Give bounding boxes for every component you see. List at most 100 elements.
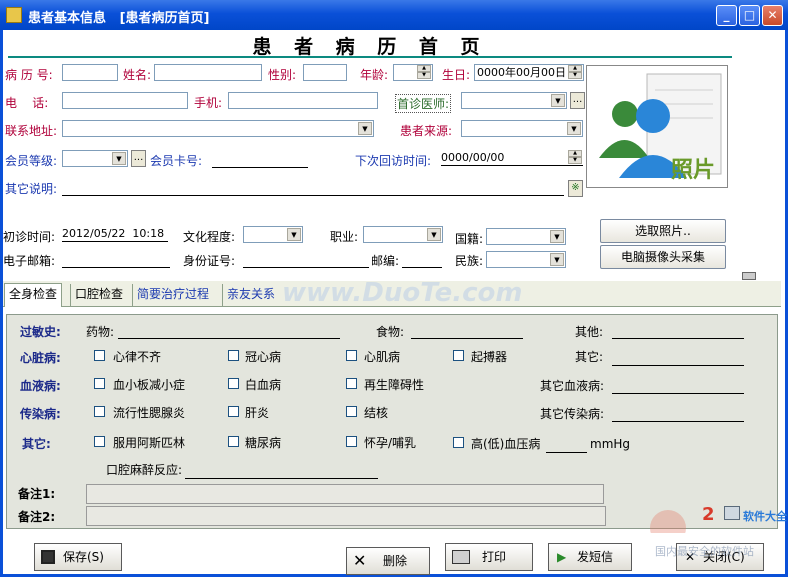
mobile-input[interactable] <box>228 92 378 109</box>
infect-other-input[interactable] <box>612 406 744 422</box>
food-input[interactable] <box>411 323 523 339</box>
sms-button[interactable]: ▶ 发短信 <box>548 543 632 571</box>
save-button[interactable]: 保存(S) <box>34 543 122 571</box>
other-aspirin-checkbox[interactable] <box>94 436 105 447</box>
email-input[interactable] <box>62 252 170 268</box>
spin-down-icon[interactable]: ▼ <box>568 157 582 164</box>
first-doctor-select[interactable]: ▼ <box>461 92 567 109</box>
postcode-label: 邮编: <box>371 254 400 268</box>
education-label: 文化程度: <box>183 230 236 244</box>
id-input[interactable] <box>243 252 369 268</box>
infect-tb-checkbox[interactable] <box>346 406 357 417</box>
education-select[interactable]: ▼ <box>243 226 303 243</box>
occupation-select[interactable]: ▼ <box>363 226 443 243</box>
duote-watermark: www.DuoTe.com <box>282 278 523 308</box>
heart-pacemaker-checkbox[interactable] <box>453 350 464 361</box>
spin-down-icon[interactable]: ▼ <box>417 72 431 79</box>
tab-oral-exam[interactable]: 口腔检查 <box>70 284 127 306</box>
blood-thrombocytopenia-checkbox[interactable] <box>94 378 105 389</box>
heart-cardiomyopathy-checkbox[interactable] <box>346 350 357 361</box>
app-icon <box>6 7 22 23</box>
chevron-down-icon: ▼ <box>112 152 126 165</box>
note1-input[interactable] <box>86 484 604 504</box>
source-select[interactable]: ▼ <box>461 120 583 137</box>
other-pregnancy-checkbox[interactable] <box>346 436 357 447</box>
tab-general-exam[interactable]: 全身检查 <box>4 283 63 307</box>
brand-digit: 2 <box>702 504 715 525</box>
other-note-input[interactable] <box>62 180 564 196</box>
allergy-other-input[interactable] <box>612 323 744 339</box>
spin-up-icon[interactable]: ▲ <box>568 65 582 72</box>
blood-leukemia-checkbox[interactable] <box>228 378 239 389</box>
name-input[interactable] <box>154 64 262 81</box>
postcode-input[interactable] <box>402 252 442 268</box>
heart-coronary-checkbox[interactable] <box>228 350 239 361</box>
anesthesia-input[interactable] <box>185 463 378 479</box>
birth-stepper[interactable]: 0000年00月00日 ▲ ▼ <box>474 64 584 81</box>
first-visit-value[interactable]: 2012/05/22 10:18 <box>62 226 168 242</box>
spin-up-icon[interactable]: ▲ <box>417 65 431 72</box>
member-level-select[interactable]: ▼ <box>62 150 128 167</box>
member-card-input[interactable] <box>212 152 308 168</box>
heart-arrhythmia-label: 心律不齐 <box>113 350 162 364</box>
next-visit-stepper[interactable]: 0000/00/00 ▲ ▼ <box>441 150 583 166</box>
mmhg-label: mmHg <box>590 437 631 451</box>
tab-treatment[interactable]: 简要治疗过程 <box>132 284 213 306</box>
first-doctor-label: 首诊医师: <box>395 94 452 113</box>
note2-input[interactable] <box>86 506 606 526</box>
maximize-button[interactable]: □ <box>739 5 760 26</box>
blood-aplastic-checkbox[interactable] <box>346 378 357 389</box>
blood-aplastic-label: 再生障碍性 <box>364 378 425 392</box>
spin-down-icon[interactable]: ▼ <box>568 72 582 79</box>
age-stepper[interactable]: ▲ ▼ <box>393 64 433 81</box>
blood-other-input[interactable] <box>612 378 744 394</box>
drug-input[interactable] <box>118 323 340 339</box>
infect-label: 传染病: <box>20 407 61 421</box>
next-visit-value: 0000/00/00 <box>441 151 505 164</box>
minimize-button[interactable]: _ <box>716 5 737 26</box>
doctor-more-button[interactable]: ... <box>570 92 585 109</box>
close-window-button[interactable]: ✕ <box>762 5 783 26</box>
food-label: 食物: <box>376 325 405 339</box>
allergy-label: 过敏史: <box>20 325 61 339</box>
phone-label: 电 话: <box>5 96 49 110</box>
printer-icon <box>452 550 470 564</box>
address-select[interactable]: ▼ <box>62 120 374 137</box>
note-button[interactable]: ※ <box>568 180 583 197</box>
id-label: 身份证号: <box>183 254 236 268</box>
heart-arrhythmia-checkbox[interactable] <box>94 350 105 361</box>
printer-small-icon <box>724 506 740 520</box>
bp-input[interactable] <box>546 437 587 453</box>
phone-input[interactable] <box>62 92 188 109</box>
spin-up-icon[interactable]: ▲ <box>568 150 582 157</box>
other-bp-checkbox[interactable] <box>453 437 464 448</box>
camera-capture-button[interactable]: 电脑摄像头采集 <box>600 245 726 269</box>
nationality-label: 国籍: <box>455 232 484 246</box>
member-level-more-button[interactable]: ... <box>131 150 146 167</box>
infect-hepatitis-checkbox[interactable] <box>228 406 239 417</box>
page-title: 患 者 病 历 首 页 <box>252 36 488 58</box>
record-no-input[interactable] <box>62 64 118 81</box>
print-button[interactable]: 打印 <box>445 543 533 571</box>
chevron-down-icon: ▼ <box>551 94 565 107</box>
patient-photo[interactable]: 照片 <box>586 65 728 188</box>
infect-mumps-checkbox[interactable] <box>94 406 105 417</box>
window-title: 患者基本信息 [患者病历首页] <box>28 11 210 26</box>
play-icon: ▶ <box>557 550 567 564</box>
birth-value: 0000年00月00日 <box>477 66 566 79</box>
ethnicity-select[interactable]: ▼ <box>486 251 566 268</box>
gender-input[interactable] <box>303 64 347 81</box>
blood-thrombocytopenia-label: 血小板减小症 <box>113 378 186 392</box>
delete-button[interactable]: ✕ 删除 <box>346 547 430 575</box>
nationality-select[interactable]: ▼ <box>486 228 566 245</box>
heart-pacemaker-label: 起搏器 <box>471 350 508 364</box>
heart-coronary-label: 冠心病 <box>245 350 282 364</box>
heart-other-input[interactable] <box>612 350 744 366</box>
chevron-down-icon: ▼ <box>567 122 581 135</box>
other-diabetes-checkbox[interactable] <box>228 436 239 447</box>
choose-photo-button[interactable]: 选取照片.. <box>600 219 726 243</box>
sms-button-label: 发短信 <box>577 550 614 564</box>
tab-relatives[interactable]: 亲友关系 <box>222 284 279 306</box>
heart-cardiomyopathy-label: 心肌病 <box>364 350 401 364</box>
infect-tb-label: 结核 <box>364 406 389 420</box>
